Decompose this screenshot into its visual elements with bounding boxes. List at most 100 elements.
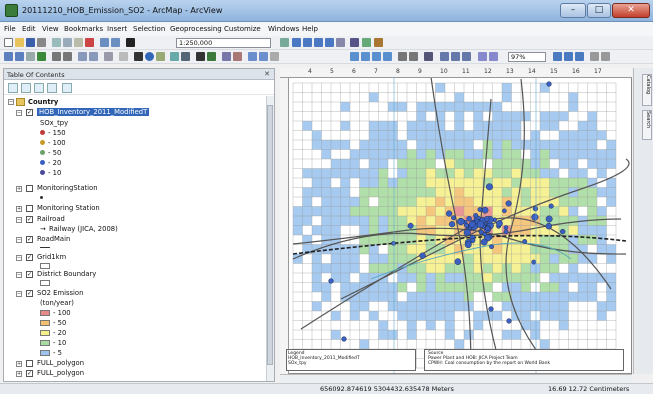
draw-text-icon[interactable] xyxy=(564,52,573,61)
python-icon[interactable] xyxy=(350,38,359,47)
fixed-zoom-out-icon[interactable] xyxy=(63,52,72,61)
layout-forward-icon[interactable] xyxy=(409,52,418,61)
table-icon[interactable] xyxy=(292,38,301,47)
layout-zoom-out-icon[interactable] xyxy=(259,52,268,61)
zoom-out-icon[interactable] xyxy=(15,52,24,61)
back-extent-icon[interactable] xyxy=(78,52,87,61)
select-features-icon[interactable] xyxy=(104,52,113,61)
font-color-icon[interactable] xyxy=(590,52,599,61)
expand-so2-icon[interactable]: − xyxy=(16,291,22,297)
toc-scroll-thumb[interactable] xyxy=(267,105,273,365)
zoom-in-icon[interactable] xyxy=(4,52,13,61)
paste-icon[interactable] xyxy=(74,38,83,47)
menu-help[interactable]: Help xyxy=(302,25,318,33)
expand-railroad-icon[interactable]: − xyxy=(16,217,22,223)
redo-icon[interactable] xyxy=(111,38,120,47)
layout-zoom-in-icon[interactable] xyxy=(248,52,257,61)
list-by-selection-icon[interactable] xyxy=(47,83,57,93)
layer-district-boundary[interactable]: District Boundary xyxy=(37,270,96,278)
select-elements-icon[interactable] xyxy=(134,52,143,61)
editor-icon[interactable] xyxy=(280,38,289,47)
list-by-source-icon[interactable] xyxy=(21,83,31,93)
add-data-icon[interactable] xyxy=(126,38,135,47)
copy-icon[interactable] xyxy=(63,38,72,47)
print-icon[interactable] xyxy=(37,38,46,47)
layout-zoom-whole-page-icon[interactable] xyxy=(350,52,359,61)
measure-icon[interactable] xyxy=(181,52,190,61)
map-vertical-scrollbar[interactable] xyxy=(633,68,641,374)
layer-grid1km[interactable]: Grid1km xyxy=(37,253,66,261)
layer-hob-inventory[interactable]: HOB_Inventory_2011_ModifiedT xyxy=(37,108,150,116)
catalog-tab[interactable]: Catalog xyxy=(642,74,652,106)
grid-icon[interactable] xyxy=(478,52,487,61)
minimize-button[interactable]: – xyxy=(560,3,586,18)
hyperlink-icon[interactable] xyxy=(156,52,165,61)
layer-monitoring-station[interactable]: Monitoring Station xyxy=(37,204,100,212)
find-route-icon[interactable] xyxy=(207,52,216,61)
time-slider-icon[interactable] xyxy=(233,52,242,61)
layer-full-polygon-1[interactable]: FULL_polygon xyxy=(37,359,84,367)
railroad-checkbox[interactable]: ✓ xyxy=(26,216,33,223)
layout-pan-icon[interactable] xyxy=(270,52,279,61)
map-layout-view[interactable] xyxy=(280,68,632,374)
toc-options-icon[interactable] xyxy=(62,83,72,93)
list-by-drawing-order-icon[interactable] xyxy=(8,83,18,93)
menu-bookmarks[interactable]: Bookmarks xyxy=(64,25,103,33)
identify-icon[interactable] xyxy=(145,52,154,61)
layer-group-country[interactable]: Country xyxy=(28,98,58,106)
map-legend[interactable]: Legend HOB_Inventory_2011_ModifiedT SOx_… xyxy=(286,349,416,371)
fill-color-icon[interactable] xyxy=(601,52,610,61)
monitoring2-checkbox[interactable] xyxy=(26,205,33,212)
find-icon[interactable] xyxy=(196,52,205,61)
arctoolbox-icon[interactable] xyxy=(336,38,345,47)
cut-icon[interactable] xyxy=(52,38,61,47)
menu-insert[interactable]: Insert xyxy=(107,25,127,33)
html-popup-icon[interactable] xyxy=(170,52,179,61)
open-folder-icon[interactable] xyxy=(15,38,24,47)
so2-checkbox[interactable]: ✓ xyxy=(26,290,33,297)
expand-grid-icon[interactable]: − xyxy=(16,255,22,261)
menu-geoprocessing[interactable]: Geoprocessing xyxy=(170,25,222,33)
full1-checkbox[interactable] xyxy=(26,360,33,367)
change-layout-icon[interactable] xyxy=(451,52,460,61)
draw-line-icon[interactable] xyxy=(575,52,584,61)
list-by-visibility-icon[interactable] xyxy=(34,83,44,93)
expand-full1-icon[interactable]: + xyxy=(16,361,22,367)
catalog-icon[interactable] xyxy=(314,38,323,47)
search-window-icon[interactable] xyxy=(325,38,334,47)
new-document-icon[interactable] xyxy=(4,38,13,47)
layer-full-polygon-2[interactable]: FULL_polygon xyxy=(37,369,84,377)
menu-customize[interactable]: Customize xyxy=(224,25,261,33)
toggle-draft-mode-icon[interactable] xyxy=(424,52,433,61)
undo-icon[interactable] xyxy=(100,38,109,47)
roadmain-checkbox[interactable]: ✓ xyxy=(26,236,33,243)
layer-monitoringstation[interactable]: MonitoringStation xyxy=(37,184,98,192)
map-scale-input[interactable]: 1:250,000 xyxy=(176,38,271,48)
layer-so2-emission[interactable]: SO2 Emission xyxy=(37,289,83,297)
fixed-zoom-in-icon[interactable] xyxy=(52,52,61,61)
menu-selection[interactable]: Selection xyxy=(133,25,165,33)
expand-hob-icon[interactable]: − xyxy=(16,110,22,116)
expand-full2-icon[interactable]: + xyxy=(16,371,22,377)
menu-view[interactable]: View xyxy=(42,25,59,33)
district-checkbox[interactable]: ✓ xyxy=(26,271,33,278)
map-horizontal-scrollbar[interactable] xyxy=(280,374,632,383)
guides-icon[interactable] xyxy=(489,52,498,61)
full2-checkbox[interactable]: ✓ xyxy=(26,370,33,377)
toc-icon[interactable] xyxy=(303,38,312,47)
layout-back-icon[interactable] xyxy=(398,52,407,61)
expand-monitoring2-icon[interactable]: + xyxy=(16,206,22,212)
search-tab[interactable]: Search xyxy=(642,110,652,140)
layer-railroad[interactable]: Railroad xyxy=(37,215,65,223)
layout-fixed-zoom-in-icon[interactable] xyxy=(372,52,381,61)
go-to-xy-icon[interactable] xyxy=(222,52,231,61)
expand-district-icon[interactable]: − xyxy=(16,272,22,278)
layer-roadmain[interactable]: RoadMain xyxy=(37,235,70,243)
hob-layer-checkbox[interactable]: ✓ xyxy=(26,109,33,116)
layout-fixed-zoom-out-icon[interactable] xyxy=(383,52,392,61)
full-extent-icon[interactable] xyxy=(37,52,46,61)
layout-zoom-percent-input[interactable]: 97% xyxy=(508,52,546,62)
toc-close-icon[interactable]: ✕ xyxy=(264,70,270,78)
model-builder-icon[interactable] xyxy=(362,38,371,47)
delete-icon[interactable] xyxy=(85,38,94,47)
